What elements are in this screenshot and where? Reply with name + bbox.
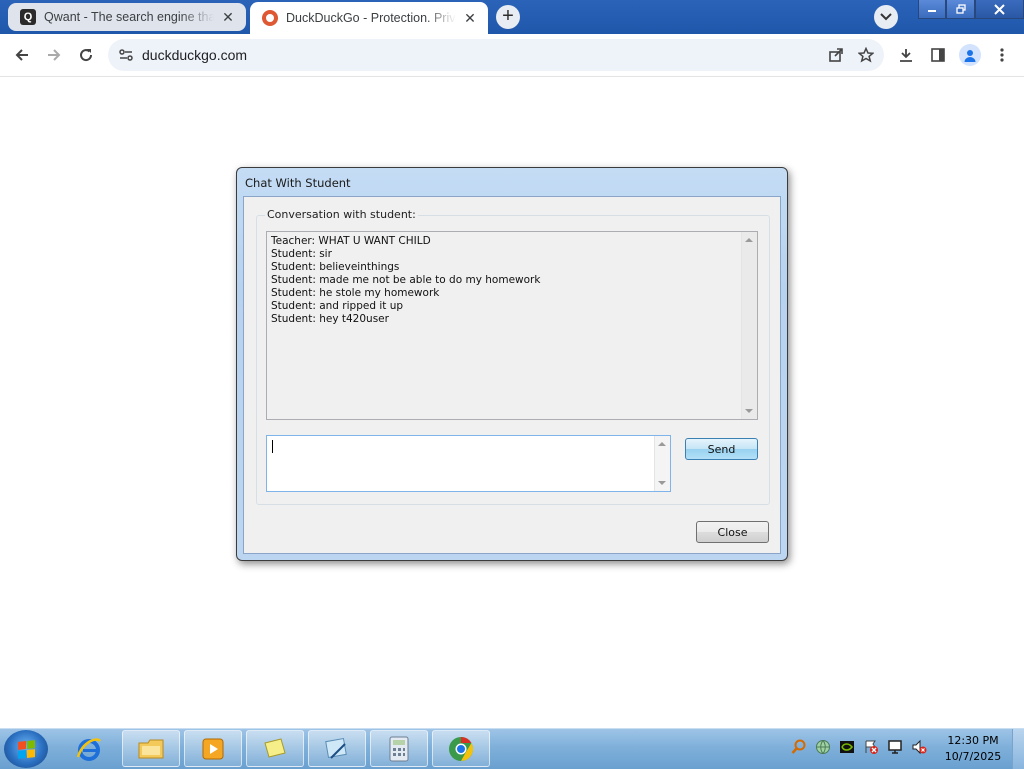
address-bar[interactable]: duckduckgo.com	[108, 39, 884, 71]
url-text: duckduckgo.com	[142, 47, 248, 63]
message-list: Teacher: WHAT U WANT CHILD Student: sir …	[271, 235, 540, 326]
forward-arrow-icon	[48, 49, 61, 61]
conversation-scrollbar[interactable]	[741, 232, 757, 419]
downloads-button[interactable]	[894, 43, 918, 67]
browser-tab-strip: Q Qwant - The search engine that ✕ DuckD…	[0, 0, 1024, 34]
message-input[interactable]	[266, 435, 671, 492]
download-icon	[900, 49, 912, 62]
text-caret	[272, 440, 273, 453]
send-button[interactable]: Send	[685, 438, 758, 460]
qwant-icon: Q	[20, 9, 36, 25]
back-arrow-icon	[15, 49, 28, 61]
taskbar-chrome[interactable]	[432, 730, 490, 767]
side-panel-icon	[931, 48, 945, 62]
message-line: Teacher: WHAT U WANT CHILD	[271, 235, 431, 247]
tab-duckduckgo[interactable]: DuckDuckGo - Protection. Privac ✕	[250, 2, 488, 34]
tab-title: Qwant - The search engine that	[44, 10, 214, 24]
dialog-title: Chat With Student	[245, 176, 351, 190]
avatar	[959, 44, 981, 66]
message-line: Student: hey t420user	[271, 313, 389, 325]
tab-search-button[interactable]	[874, 5, 898, 29]
taskbar-calculator[interactable]	[370, 730, 428, 767]
display-icon[interactable]	[886, 738, 904, 756]
person-icon	[964, 50, 976, 62]
dialog-body: Conversation with student: Teacher: WHAT…	[243, 196, 781, 554]
reload-icon	[80, 49, 93, 62]
taskbar-sticky-notes[interactable]	[246, 730, 304, 767]
window-controls	[918, 0, 1024, 19]
forward-button[interactable]	[42, 43, 66, 67]
browser-toolbar: duckduckgo.com	[0, 34, 1024, 77]
windows-logo-icon	[17, 739, 35, 759]
nvidia-icon[interactable]	[838, 738, 856, 756]
scroll-down-arrow-icon[interactable]	[745, 409, 753, 413]
input-scrollbar[interactable]	[654, 436, 670, 491]
close-icon	[994, 3, 1005, 15]
restore-icon	[956, 4, 966, 14]
media-player-icon	[202, 738, 224, 759]
close-tab-icon[interactable]: ✕	[220, 9, 236, 25]
clock-date: 10/7/2025	[944, 750, 1002, 763]
internet-explorer-icon	[76, 737, 101, 761]
close-tab-icon[interactable]: ✕	[462, 10, 478, 26]
action-center-icon[interactable]	[862, 738, 880, 756]
calculator-icon	[389, 736, 409, 761]
new-tab-button[interactable]: +	[496, 5, 520, 29]
taskbar-snipping-tool[interactable]	[308, 730, 366, 767]
minimize-button[interactable]	[918, 0, 947, 19]
snipping-tool-icon	[325, 737, 347, 759]
scroll-up-arrow-icon[interactable]	[658, 442, 666, 446]
minimize-icon	[928, 10, 937, 12]
share-icon[interactable]	[824, 43, 848, 67]
show-desktop-button[interactable]	[1012, 729, 1024, 769]
message-line: Student: made me not be able to do my ho…	[271, 274, 541, 286]
system-clock[interactable]: 12:30 PM 10/7/2025	[940, 733, 1006, 765]
volume-muted-icon[interactable]	[910, 738, 928, 756]
start-button[interactable]	[4, 730, 48, 768]
windows-explorer-icon	[138, 739, 164, 758]
back-button[interactable]	[10, 43, 34, 67]
scroll-up-arrow-icon[interactable]	[745, 238, 753, 242]
system-tray	[790, 738, 928, 756]
chevron-down-icon	[880, 13, 892, 21]
bookmark-star-icon[interactable]	[854, 43, 878, 67]
tab-qwant[interactable]: Q Qwant - The search engine that ✕	[8, 3, 246, 31]
message-line: Student: he stole my homework	[271, 287, 440, 299]
taskbar-internet-explorer[interactable]	[60, 730, 118, 767]
taskbar-windows-explorer[interactable]	[122, 730, 180, 767]
chat-dialog: Chat With Student Conversation with stud…	[236, 167, 788, 561]
browser-menu-button[interactable]	[990, 43, 1014, 67]
group-label: Conversation with student:	[265, 208, 418, 221]
clock-time: 12:30 PM	[947, 734, 999, 747]
message-line: Student: and ripped it up	[271, 300, 404, 312]
tab-title: DuckDuckGo - Protection. Privac	[286, 11, 456, 25]
conversation-group: Conversation with student: Teacher: WHAT…	[256, 208, 770, 505]
chrome-icon	[449, 736, 474, 761]
taskbar: 12:30 PM 10/7/2025	[0, 728, 1024, 769]
more-vertical-icon	[1000, 48, 1004, 62]
scroll-down-arrow-icon[interactable]	[658, 481, 666, 485]
search-icon[interactable]	[790, 738, 808, 756]
message-line: Student: sir	[271, 248, 332, 260]
network-globe-icon[interactable]	[814, 738, 832, 756]
conversation-log[interactable]: Teacher: WHAT U WANT CHILD Student: sir …	[266, 231, 758, 420]
profile-button[interactable]	[958, 43, 982, 67]
restore-button[interactable]	[946, 0, 975, 19]
site-info-icon[interactable]	[118, 47, 134, 63]
message-line: Student: believeinthings	[271, 261, 400, 273]
side-panel-button[interactable]	[926, 43, 950, 67]
reload-button[interactable]	[74, 43, 98, 67]
taskbar-media-player[interactable]	[184, 730, 242, 767]
duckduckgo-icon	[262, 10, 278, 26]
sticky-notes-icon	[264, 737, 286, 758]
close-button[interactable]: Close	[696, 521, 769, 543]
close-window-button[interactable]	[974, 0, 1024, 19]
